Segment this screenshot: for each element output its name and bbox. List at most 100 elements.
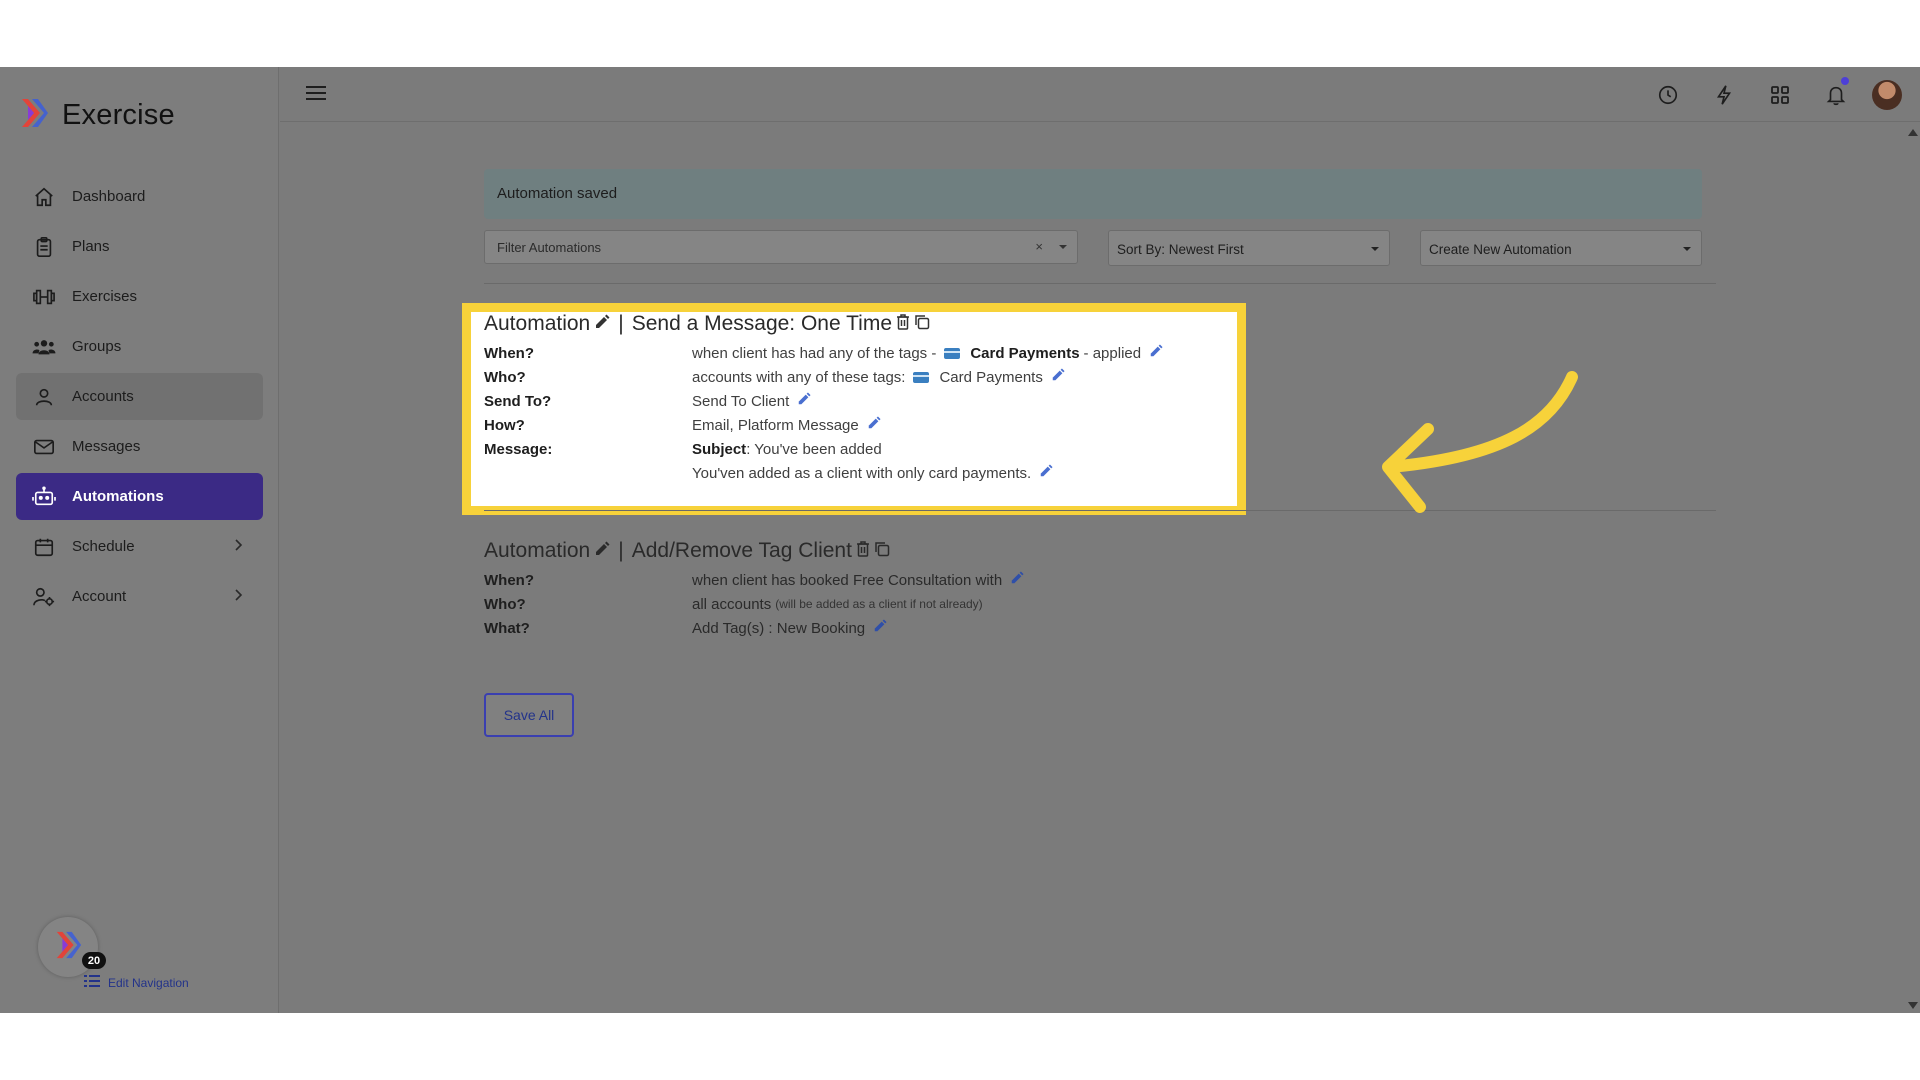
edit-navigation-link[interactable]: Edit Navigation xyxy=(84,974,189,991)
users-icon xyxy=(32,335,56,359)
sidebar-item-label: Accounts xyxy=(72,388,134,405)
sidebar-item-plans[interactable]: Plans xyxy=(16,223,263,270)
credit-card-icon xyxy=(944,347,961,359)
sort-select[interactable]: Sort By: Newest First xyxy=(1108,230,1390,266)
list-icon xyxy=(84,974,100,991)
caret-down-icon xyxy=(1059,245,1067,249)
when-row: When? when client has had any of the tag… xyxy=(484,341,1264,365)
sidebar-item-label: Groups xyxy=(72,338,122,355)
what-value: Add Tag(s) : New Booking xyxy=(692,619,887,637)
sidebar: Exercise Dashboard Plans Exercises Group… xyxy=(0,67,279,1013)
sidebar-item-label: Plans xyxy=(72,238,110,255)
sidebar-item-label: Dashboard xyxy=(72,188,146,205)
apps-grid-icon[interactable] xyxy=(1752,75,1808,115)
clipboard-icon xyxy=(32,235,56,259)
user-icon xyxy=(32,385,56,409)
sidebar-item-accounts[interactable]: Accounts xyxy=(16,373,263,420)
scroll-down-icon[interactable] xyxy=(1908,1002,1918,1009)
save-all-button[interactable]: Save All xyxy=(484,693,574,737)
how-text: Email, Platform Message xyxy=(692,416,859,434)
what-label: What? xyxy=(484,619,530,637)
when-label: When? xyxy=(484,571,534,589)
when-tag: Card Payments xyxy=(970,344,1080,362)
logo-icon xyxy=(18,97,50,134)
when-value: when client has had any of the tags - Ca… xyxy=(692,344,1163,362)
how-label: How? xyxy=(484,416,525,434)
who-text: all accounts xyxy=(692,595,772,613)
lightning-icon[interactable] xyxy=(1696,75,1752,115)
who-note: (will be added as a client if not alread… xyxy=(775,597,983,611)
edit-navigation-label: Edit Navigation xyxy=(108,975,189,990)
sidebar-nav: Dashboard Plans Exercises Groups Account… xyxy=(16,173,263,623)
sidebar-item-schedule[interactable]: Schedule xyxy=(16,523,263,570)
sidebar-item-account[interactable]: Account xyxy=(16,573,263,620)
sidebar-item-groups[interactable]: Groups xyxy=(16,323,263,370)
how-value: Email, Platform Message xyxy=(692,416,881,434)
clear-filter-icon[interactable]: × xyxy=(1035,239,1043,254)
sidebar-item-label: Schedule xyxy=(72,538,135,555)
caret-down-icon xyxy=(1371,247,1379,251)
edit-pencil-icon[interactable] xyxy=(1039,464,1053,482)
sidebar-item-dashboard[interactable]: Dashboard xyxy=(16,173,263,220)
edit-pencil-icon[interactable] xyxy=(1010,571,1024,589)
bell-icon[interactable] xyxy=(1808,75,1864,115)
sidebar-item-automations[interactable]: Automations xyxy=(16,473,263,520)
sidebar-item-exercises[interactable]: Exercises xyxy=(16,273,263,320)
send-to-text: Send To Client xyxy=(692,392,790,410)
edit-pencil-icon[interactable] xyxy=(1149,344,1163,362)
trash-icon[interactable] xyxy=(856,539,870,563)
automation-title-label: Automation xyxy=(484,312,591,335)
edit-pencil-icon[interactable] xyxy=(594,312,610,336)
message-body: You'ven added as a client with only card… xyxy=(692,464,1053,482)
top-actions xyxy=(1640,75,1920,115)
edit-pencil-icon[interactable] xyxy=(594,539,610,563)
sidebar-item-messages[interactable]: Messages xyxy=(16,423,263,470)
title-separator: | xyxy=(618,312,624,335)
annotation-arrow-icon xyxy=(1370,367,1590,522)
user-gear-icon xyxy=(32,585,56,609)
subject-label: Subject xyxy=(692,440,747,458)
brand[interactable]: Exercise xyxy=(18,97,175,134)
scroll-up-icon[interactable] xyxy=(1908,129,1918,136)
how-row: How? Email, Platform Message xyxy=(484,413,1264,437)
hamburger-menu-icon[interactable] xyxy=(306,84,326,107)
edit-pencil-icon[interactable] xyxy=(1051,368,1065,386)
edit-pencil-icon[interactable] xyxy=(797,392,811,410)
create-selected-value: Create New Automation xyxy=(1429,242,1572,257)
sidebar-item-label: Messages xyxy=(72,438,141,455)
top-bar xyxy=(280,67,1920,122)
edit-pencil-icon[interactable] xyxy=(867,416,881,434)
automation-title: Automation | Add/Remove Tag Client xyxy=(484,534,1264,568)
message-label: Message: xyxy=(484,440,553,458)
filter-automations-input[interactable]: Filter Automations × xyxy=(484,230,1078,264)
automation-card-send-message: Automation | Send a Message: One Time Wh… xyxy=(484,307,1264,485)
title-separator: | xyxy=(618,539,624,562)
when-label: When? xyxy=(484,344,534,362)
subject-value: : You've been added xyxy=(746,440,882,458)
message-row: Message: Subject: You've been added xyxy=(484,437,1264,461)
home-icon xyxy=(32,185,56,209)
chevron-right-icon xyxy=(233,588,243,606)
sort-selected-value: Sort By: Newest First xyxy=(1117,242,1244,257)
edit-pencil-icon[interactable] xyxy=(873,619,887,637)
automation-title: Automation | Send a Message: One Time xyxy=(484,307,1264,341)
create-automation-select[interactable]: Create New Automation xyxy=(1420,230,1702,266)
calendar-icon xyxy=(32,535,56,559)
logo-icon xyxy=(53,930,83,965)
automation-type: Send a Message: One Time xyxy=(631,312,893,335)
message-body-row: You'ven added as a client with only card… xyxy=(484,461,1264,485)
copy-icon[interactable] xyxy=(874,539,890,563)
when-text: when client has booked Free Consultation… xyxy=(692,571,1003,589)
trash-icon[interactable] xyxy=(896,312,910,336)
when-value: when client has booked Free Consultation… xyxy=(692,571,1024,589)
message-subject: Subject: You've been added xyxy=(692,441,882,458)
sidebar-item-label: Exercises xyxy=(72,288,138,305)
copy-icon[interactable] xyxy=(914,312,930,336)
send-to-row: Send To? Send To Client xyxy=(484,389,1264,413)
avatar[interactable] xyxy=(1872,80,1902,110)
credit-card-icon xyxy=(913,371,930,383)
clock-icon[interactable] xyxy=(1640,75,1696,115)
brand-title: Exercise xyxy=(62,99,175,131)
message-body-text: You'ven added as a client with only card… xyxy=(692,464,1032,482)
automation-card-add-remove-tag: Automation | Add/Remove Tag Client When?… xyxy=(484,534,1264,640)
